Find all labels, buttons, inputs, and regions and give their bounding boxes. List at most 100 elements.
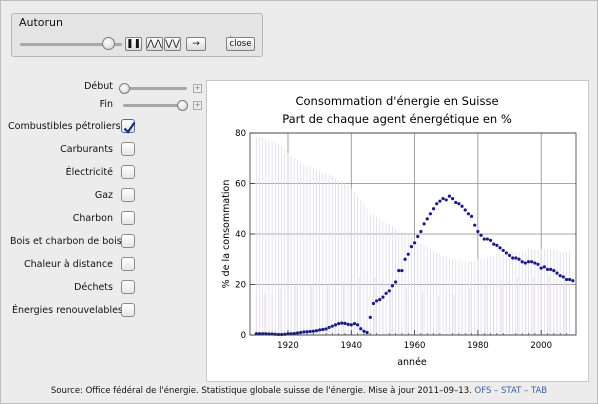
- data-point: [356, 323, 360, 327]
- checkbox-carburants[interactable]: [121, 142, 135, 156]
- data-point: [311, 329, 315, 333]
- energy-chart: Consommation d'énergie en Suisse Part de…: [221, 94, 577, 368]
- data-point: [406, 252, 410, 256]
- chart-title: Consommation d'énergie en Suisse: [295, 94, 498, 108]
- data-point: [488, 238, 493, 242]
- slower-button[interactable]: ⋁⋁: [164, 37, 181, 51]
- data-point: [539, 266, 543, 270]
- data-point: [533, 261, 537, 265]
- checkbox-combustibles[interactable]: [121, 119, 136, 134]
- data-point: [558, 274, 562, 278]
- source-link[interactable]: OFS – STAT – TAB: [475, 386, 548, 396]
- data-point: [425, 217, 429, 221]
- debut-slider-track[interactable]: [123, 87, 187, 90]
- step-forward-button[interactable]: →: [186, 37, 206, 51]
- y-tick-label: 80: [235, 129, 246, 139]
- data-point: [308, 329, 312, 334]
- data-point: [428, 212, 433, 216]
- data-point: [473, 223, 477, 227]
- data-point: [542, 265, 546, 269]
- data-point: [314, 329, 319, 333]
- data-point: [568, 277, 572, 282]
- data-point: [435, 202, 439, 206]
- data-point: [362, 329, 366, 333]
- x-tick-label: 2000: [530, 341, 552, 351]
- data-point: [368, 315, 372, 319]
- checkbox-label-charbon: Charbon: [72, 213, 113, 224]
- checkmark-icon: [123, 121, 136, 134]
- data-point: [561, 275, 565, 279]
- chart-background-bands: [255, 138, 571, 335]
- data-point: [463, 208, 467, 212]
- x-axis-label: année: [397, 357, 427, 368]
- fin-slider-thumb[interactable]: [177, 100, 188, 111]
- data-point: [412, 241, 417, 245]
- debut-label: Début: [84, 81, 113, 92]
- data-point: [318, 328, 322, 332]
- checkbox-charbon[interactable]: [121, 211, 135, 225]
- checkbox-label-bois: Bois et charbon de bois: [10, 236, 122, 247]
- autorun-slider-thumb[interactable]: [101, 37, 115, 50]
- data-point: [422, 222, 426, 226]
- data-point: [343, 321, 347, 325]
- checkbox-label-gaz: Gaz: [94, 190, 113, 201]
- data-point: [346, 322, 350, 326]
- chart-axes: 1920 1940 1960 1980 2000 0 20 40 60 80: [235, 129, 577, 351]
- data-point: [555, 271, 559, 275]
- fin-plus-icon[interactable]: +: [193, 101, 202, 110]
- chart-subtitle: Part de chaque agent énergétique en %: [282, 112, 512, 126]
- data-point: [552, 269, 556, 273]
- checkbox-chaleur[interactable]: [121, 257, 135, 271]
- data-point: [438, 199, 442, 203]
- data-point: [371, 301, 376, 306]
- checkbox-label-chaleur: Chaleur à distance: [23, 259, 113, 270]
- checkbox-bois[interactable]: [121, 234, 135, 248]
- data-point: [333, 323, 338, 327]
- data-point: [507, 253, 512, 258]
- source-text: Source: Office fédéral de l'énergie. Sta…: [50, 386, 472, 396]
- data-point: [457, 202, 461, 206]
- y-axis-label: % de la consommation: [221, 180, 232, 289]
- pause-button[interactable]: ❚❚: [125, 37, 142, 51]
- debut-plus-icon[interactable]: +: [193, 84, 202, 93]
- x-tick-label: 1940: [340, 341, 362, 351]
- x-tick-label: 1980: [467, 341, 489, 351]
- data-point: [530, 260, 534, 264]
- data-point: [511, 256, 515, 260]
- data-point: [517, 257, 521, 261]
- checkbox-electricite[interactable]: [121, 165, 135, 179]
- data-point: [378, 298, 382, 302]
- data-point: [564, 277, 569, 282]
- y-tick-label: 0: [241, 331, 246, 341]
- data-point: [365, 330, 369, 335]
- data-point: [441, 197, 445, 201]
- data-point: [523, 261, 527, 265]
- data-point: [536, 262, 540, 266]
- checkbox-renouvelables[interactable]: [121, 303, 135, 317]
- data-point: [549, 267, 553, 271]
- y-tick-label: 60: [235, 180, 246, 190]
- data-point: [469, 214, 474, 218]
- data-point: [545, 267, 550, 271]
- data-point: [476, 229, 480, 234]
- data-point: [444, 198, 448, 202]
- close-button[interactable]: close: [226, 37, 255, 51]
- data-point: [450, 197, 455, 201]
- data-point: [327, 325, 331, 330]
- faster-button[interactable]: ⋀⋀: [146, 37, 163, 51]
- chart-panel: Consommation d'énergie en Suisse Part de…: [206, 80, 589, 382]
- x-tick-label: 1920: [277, 341, 299, 351]
- data-point: [454, 200, 458, 205]
- data-point: [447, 194, 451, 198]
- data-point: [397, 269, 401, 273]
- checkbox-gaz[interactable]: [121, 188, 135, 202]
- data-point: [460, 204, 464, 208]
- data-point: [431, 207, 436, 211]
- data-point: [492, 242, 496, 246]
- data-point: [340, 321, 344, 325]
- debut-slider-thumb[interactable]: [119, 83, 130, 94]
- checkbox-label-dechets: Déchets: [74, 282, 113, 293]
- data-point: [416, 234, 420, 239]
- checkbox-dechets[interactable]: [121, 280, 135, 294]
- data-point: [479, 233, 483, 237]
